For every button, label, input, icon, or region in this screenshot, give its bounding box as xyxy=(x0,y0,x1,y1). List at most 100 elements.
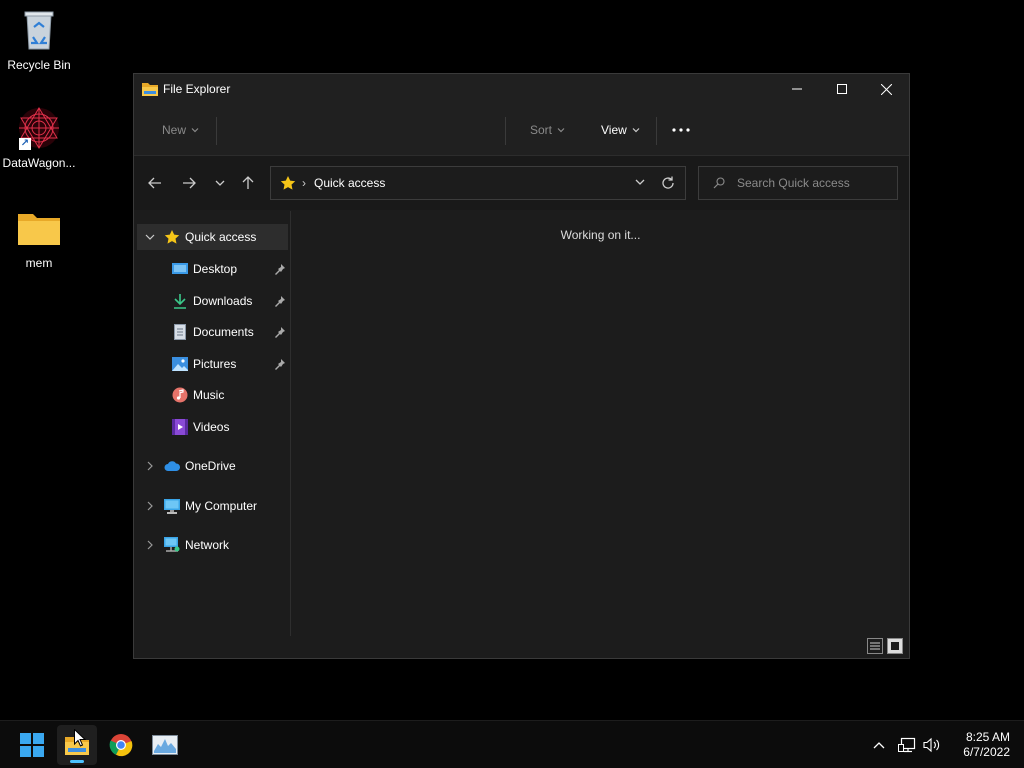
close-button[interactable] xyxy=(864,74,909,104)
pictures-icon xyxy=(172,356,188,372)
navigation-bar: › Quick access xyxy=(134,156,909,210)
view-button-label: View xyxy=(601,122,627,137)
large-icons-view-button[interactable] xyxy=(887,638,903,654)
nav-item-pictures[interactable]: Pictures xyxy=(137,351,288,377)
folder-icon xyxy=(17,206,61,250)
recycle-bin-icon xyxy=(17,8,61,52)
clock-date: 6/7/2022 xyxy=(963,745,1010,759)
maximize-button[interactable] xyxy=(819,74,864,104)
nav-item-onedrive[interactable]: OneDrive xyxy=(137,453,288,479)
chevron-down-icon[interactable] xyxy=(635,178,645,186)
star-icon xyxy=(164,229,180,245)
desktop-icon-recycle-bin[interactable]: Recycle Bin xyxy=(0,8,78,72)
nav-item-quick-access[interactable]: Quick access xyxy=(137,224,288,250)
taskbar: 8:25 AM 6/7/2022 xyxy=(0,720,1024,768)
document-icon xyxy=(172,324,188,340)
taskbar-chrome[interactable] xyxy=(101,725,141,765)
desktop-icon-datawagon[interactable]: ↗ DataWagon... xyxy=(0,106,78,170)
chevron-right-icon[interactable] xyxy=(145,501,155,511)
minimize-button[interactable] xyxy=(774,74,819,104)
divider xyxy=(505,117,506,145)
chevron-down-icon xyxy=(215,180,225,186)
nav-item-label: Pictures xyxy=(193,357,237,371)
refresh-icon[interactable] xyxy=(660,175,676,191)
datawagon-app-icon: ↗ xyxy=(17,106,61,150)
address-bar[interactable]: › Quick access xyxy=(270,166,686,200)
nav-item-label: Music xyxy=(193,388,225,402)
chevron-right-icon[interactable] xyxy=(145,540,155,550)
recent-locations-button[interactable] xyxy=(211,174,229,192)
up-button[interactable] xyxy=(239,174,257,192)
speaker-icon xyxy=(923,737,940,753)
performance-monitor-icon xyxy=(152,735,178,755)
chevron-down-icon xyxy=(632,127,640,132)
chevron-down-icon xyxy=(191,127,199,132)
search-input[interactable] xyxy=(737,176,887,190)
nav-item-music[interactable]: Music xyxy=(137,382,288,408)
command-bar: New Sort View xyxy=(134,104,909,156)
chevron-down-icon[interactable] xyxy=(145,232,155,242)
close-icon xyxy=(881,83,892,95)
mouse-cursor-icon xyxy=(74,729,86,747)
search-box[interactable] xyxy=(698,166,898,200)
minimize-icon xyxy=(791,88,802,90)
title-bar[interactable]: File Explorer xyxy=(134,74,909,104)
pin-icon xyxy=(275,327,285,338)
chevron-up-icon xyxy=(873,742,885,749)
address-path[interactable]: Quick access xyxy=(314,176,385,190)
nav-item-label: Quick access xyxy=(185,230,257,244)
videos-icon xyxy=(172,419,188,435)
nav-item-documents[interactable]: Documents xyxy=(137,319,288,345)
network-status-button[interactable] xyxy=(896,721,918,768)
nav-item-desktop[interactable]: Desktop xyxy=(137,256,288,282)
pin-icon xyxy=(275,296,285,307)
windows-logo-icon xyxy=(20,733,44,757)
nav-item-label: Network xyxy=(185,538,230,552)
system-clock[interactable]: 8:25 AM 6/7/2022 xyxy=(963,730,1010,760)
forward-button[interactable] xyxy=(180,174,198,192)
divider xyxy=(656,117,657,145)
taskbar-resource-monitor[interactable] xyxy=(145,725,185,765)
desktop-icon-mem-folder[interactable]: mem xyxy=(0,206,78,270)
network-wired-icon xyxy=(898,737,916,753)
nav-item-my-computer[interactable]: My Computer xyxy=(137,493,288,519)
breadcrumb-separator: › xyxy=(302,176,306,190)
network-icon xyxy=(164,537,180,553)
nav-item-videos[interactable]: Videos xyxy=(137,414,288,440)
file-explorer-icon xyxy=(142,83,158,96)
cloud-icon xyxy=(164,458,180,474)
nav-item-label: OneDrive xyxy=(185,459,236,473)
see-more-button[interactable] xyxy=(670,123,692,137)
sort-button[interactable]: Sort xyxy=(530,123,565,137)
computer-icon xyxy=(164,498,180,514)
back-button[interactable] xyxy=(146,174,164,192)
new-button[interactable]: New xyxy=(162,123,199,137)
navigation-pane: Quick access Desktop Downloads Documents… xyxy=(134,211,291,636)
more-options-icon xyxy=(672,128,690,132)
desktop-icon xyxy=(172,261,188,277)
chrome-icon xyxy=(109,734,133,757)
nav-item-downloads[interactable]: Downloads xyxy=(137,288,288,314)
arrow-left-icon xyxy=(148,177,161,189)
nav-item-network[interactable]: Network xyxy=(137,532,288,558)
loading-status: Working on it... xyxy=(560,228,641,242)
file-explorer-window: File Explorer New Sort View › Quick acce… xyxy=(133,73,910,659)
chevron-right-icon[interactable] xyxy=(145,461,155,471)
details-view-button[interactable] xyxy=(867,638,883,654)
music-icon xyxy=(172,387,188,403)
details-view-icon xyxy=(870,642,880,650)
volume-button[interactable] xyxy=(921,721,943,768)
nav-item-label: Videos xyxy=(193,420,230,434)
start-button[interactable] xyxy=(12,725,52,765)
arrow-right-icon xyxy=(183,177,196,189)
divider xyxy=(216,117,217,145)
new-button-label: New xyxy=(162,122,187,137)
view-button[interactable]: View xyxy=(601,123,640,137)
content-pane[interactable]: Working on it... xyxy=(292,211,909,636)
show-hidden-icons-button[interactable] xyxy=(868,721,890,768)
desktop-icon-label: mem xyxy=(25,256,53,270)
shortcut-arrow-icon: ↗ xyxy=(19,138,31,150)
nav-item-label: Documents xyxy=(193,325,254,339)
view-toggles xyxy=(867,638,903,654)
nav-item-label: Downloads xyxy=(193,294,253,308)
